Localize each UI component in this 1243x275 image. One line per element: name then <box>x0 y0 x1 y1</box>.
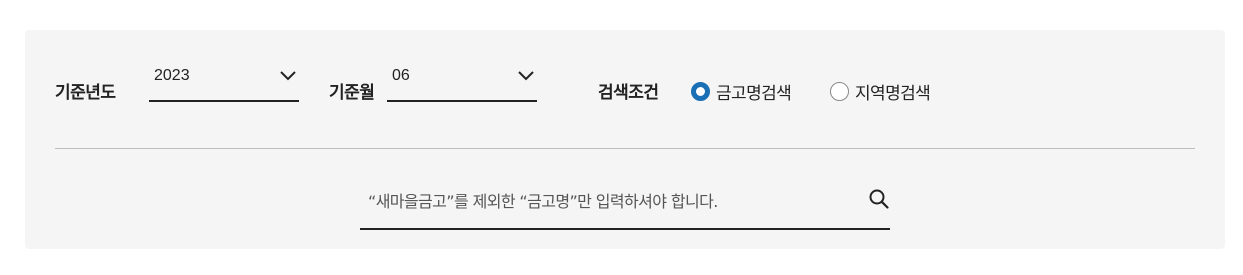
chevron-down-icon <box>280 71 296 81</box>
search-box <box>360 182 890 230</box>
radio-bank-name-search[interactable]: 금고명검색 <box>691 79 792 104</box>
month-select[interactable]: 06 <box>387 67 537 102</box>
month-value: 06 <box>392 67 410 84</box>
divider <box>55 148 1195 149</box>
year-select[interactable]: 2023 <box>149 67 299 102</box>
search-condition-label: 검색조건 <box>598 83 659 103</box>
radio-bank-name-label: 금고명검색 <box>716 84 792 104</box>
search-icon[interactable] <box>868 188 890 210</box>
radio-region-name-label: 지역명검색 <box>855 84 931 104</box>
chevron-down-icon <box>518 71 534 81</box>
year-label: 기준년도 <box>55 83 116 103</box>
radio-unselected-icon[interactable] <box>830 82 849 101</box>
radio-selected-icon[interactable] <box>691 82 710 101</box>
search-input[interactable] <box>360 182 848 220</box>
search-filter-panel: 기준년도 2023 기준월 06 검색조건 금고명검색 지역명검색 <box>25 30 1225 249</box>
month-label: 기준월 <box>329 83 375 103</box>
radio-region-name-search[interactable]: 지역명검색 <box>830 79 931 104</box>
year-value: 2023 <box>154 67 190 84</box>
